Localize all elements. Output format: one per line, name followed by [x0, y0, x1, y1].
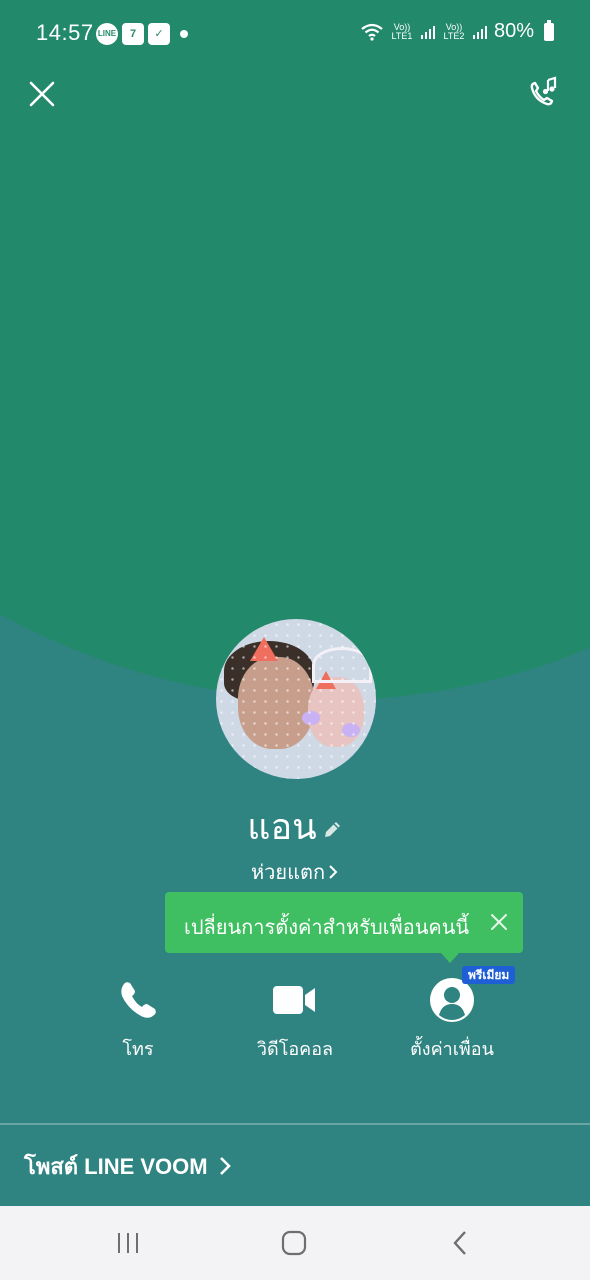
status-message: ห่วยแตก: [250, 862, 326, 884]
section-divider: [0, 1123, 590, 1125]
battery-icon: [544, 19, 554, 41]
status-time: 14:57: [36, 20, 94, 45]
status-right-group: Vo)) LTE1 Vo)) LTE2 80%: [360, 19, 554, 43]
recent-apps-button[interactable]: [108, 1226, 148, 1260]
wifi-icon: [361, 23, 383, 41]
video-camera-icon: [273, 986, 315, 1014]
close-icon: [491, 914, 507, 930]
background-arc: [0, 0, 590, 700]
seven-eleven-notification-icon: 7: [122, 23, 144, 45]
close-button[interactable]: [24, 76, 60, 112]
chevron-right-icon: [329, 865, 338, 879]
friend-settings-button[interactable]: ตั้งค่าเพื่อน: [372, 972, 532, 1068]
tooltip-pointer: [441, 953, 459, 963]
video-call-button[interactable]: วิดีโอคอล: [215, 972, 375, 1068]
phone-music-icon: [530, 76, 557, 106]
signal-2-icon: [472, 25, 487, 39]
status-bar: 14:57 LINE 7 ✓ Vo)) LTE1 Vo)) LTE2 80%: [0, 0, 590, 68]
ringtone-button[interactable]: [526, 76, 560, 112]
more-notifications-dot: [180, 30, 188, 38]
pencil-icon: [324, 822, 340, 838]
line-voom-label: โพสต์ LINE VOOM: [24, 1153, 208, 1179]
back-button[interactable]: [440, 1226, 480, 1260]
profile-name: แอน: [247, 806, 317, 847]
tooltip-text: เปลี่ยนการตั้งค่าสำหรับเพื่อนคนนี้: [184, 917, 470, 939]
home-button[interactable]: [274, 1226, 314, 1260]
tooltip-close-button[interactable]: [489, 912, 509, 932]
battery-percent: 80%: [493, 20, 534, 42]
status-message-row[interactable]: ห่วยแตก: [0, 856, 590, 888]
video-call-label: วิดีโอคอล: [256, 1039, 334, 1059]
friend-settings-label: ตั้งค่าเพื่อน: [410, 1039, 494, 1059]
premium-badge: พรีเมียม: [462, 966, 516, 984]
home-icon: [281, 1230, 307, 1256]
network-2-label: Vo)) LTE2: [443, 21, 465, 41]
phone-icon: [121, 982, 156, 1018]
friend-settings-tooltip: เปลี่ยนการตั้งค่าสำหรับเพื่อนคนนี้: [165, 892, 523, 963]
checkbox-notification-icon: ✓: [148, 23, 170, 45]
signal-1-icon: [420, 25, 435, 39]
network-1-label: Vo)) LTE1: [391, 21, 413, 41]
voice-call-button[interactable]: โทร: [58, 972, 218, 1068]
profile-name-row: แอน: [0, 798, 590, 855]
back-icon: [453, 1231, 466, 1255]
close-icon: [29, 81, 55, 107]
line-notification-icon: LINE: [96, 23, 118, 45]
chevron-right-icon: [219, 1157, 231, 1175]
line-voom-posts-link[interactable]: โพสต์ LINE VOOM: [24, 1146, 232, 1186]
recent-apps-icon: [118, 1233, 138, 1253]
voice-call-label: โทร: [122, 1039, 154, 1059]
profile-avatar[interactable]: [216, 619, 376, 779]
system-navigation-bar: [0, 1206, 590, 1280]
edit-name-button[interactable]: [321, 808, 343, 850]
sparkle-filter: [216, 619, 376, 779]
